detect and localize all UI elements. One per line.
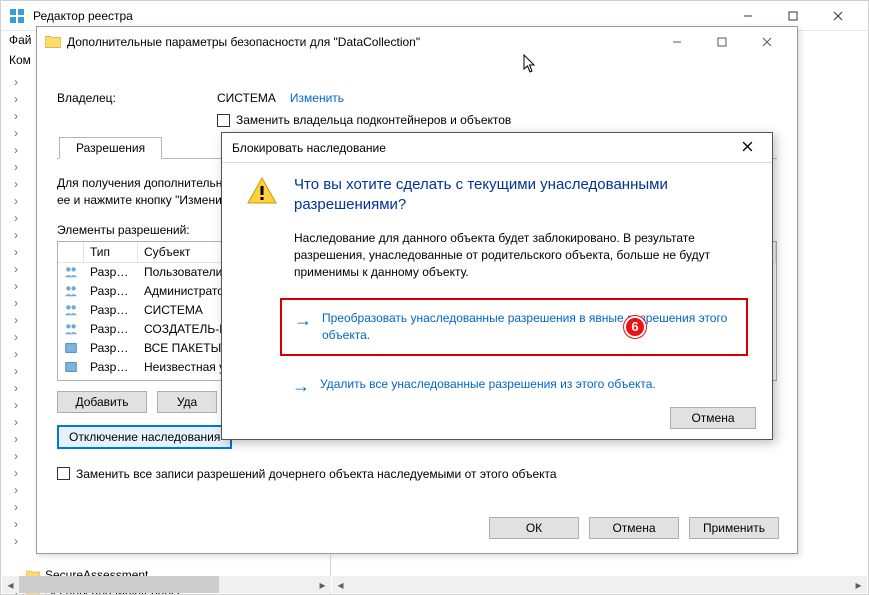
users-icon	[58, 321, 84, 337]
warning-icon	[246, 175, 278, 207]
adv-titlebar: Дополнительные параметры безопасности дл…	[37, 27, 797, 57]
option-label: Удалить все унаследованные разрешения из…	[320, 376, 656, 393]
ok-button[interactable]: ОК	[489, 517, 579, 539]
dialog-explanation: Наследование для данного объекта будет з…	[294, 230, 748, 282]
close-button[interactable]	[744, 27, 789, 57]
add-button[interactable]: Добавить	[57, 391, 147, 413]
replace-owner-checkbox[interactable]	[217, 114, 230, 127]
tree-scrollbar-h[interactable]: ◂ ▸	[2, 576, 331, 593]
scroll-right-button[interactable]: ▸	[314, 576, 331, 593]
dialog-title: Блокировать наследование	[232, 141, 732, 155]
users-icon	[58, 302, 84, 318]
arrow-right-icon: →	[294, 310, 312, 329]
owner-label: Владелец:	[57, 91, 217, 105]
apply-button[interactable]: Применить	[689, 517, 779, 539]
registry-title: Редактор реестра	[33, 9, 725, 23]
scroll-left-button[interactable]: ◂	[2, 576, 19, 593]
folder-icon	[45, 34, 61, 50]
replace-child-label: Заменить все записи разрешений дочернего…	[76, 467, 557, 481]
remove-button[interactable]: Уда	[157, 391, 217, 413]
remove-inherited-option[interactable]: → Удалить все унаследованные разрешения …	[280, 366, 748, 405]
col-type[interactable]: Тип	[84, 242, 138, 262]
dialog-question: Что вы хотите сделать с текущими унаслед…	[294, 175, 748, 216]
regedit-icon	[9, 8, 25, 24]
annotation-callout: 6	[624, 316, 646, 338]
scroll-left-button[interactable]: ◂	[332, 576, 349, 593]
close-button[interactable]	[815, 1, 860, 31]
maximize-button[interactable]	[699, 27, 744, 57]
replace-owner-label: Заменить владельца подконтейнеров и объе…	[236, 113, 511, 127]
scroll-thumb[interactable]	[19, 576, 219, 593]
minimize-button[interactable]	[654, 27, 699, 57]
cancel-button[interactable]: Отмена	[589, 517, 679, 539]
arrow-right-icon: →	[292, 376, 310, 395]
dialog-titlebar: Блокировать наследование	[222, 133, 772, 163]
scroll-right-button[interactable]: ▸	[850, 576, 867, 593]
adv-title: Дополнительные параметры безопасности дл…	[67, 35, 654, 49]
values-scrollbar-h[interactable]: ◂ ▸	[332, 576, 867, 593]
owner-value: СИСТЕМА	[217, 91, 276, 105]
disable-inheritance-button[interactable]: Отключение наследования	[57, 425, 232, 449]
users-icon	[58, 264, 84, 280]
package-icon	[58, 359, 84, 375]
replace-child-checkbox[interactable]	[57, 467, 70, 480]
package-icon	[58, 340, 84, 356]
change-owner-link[interactable]: Изменить	[290, 91, 344, 105]
block-inheritance-dialog: Блокировать наследование Что вы хотите с…	[221, 132, 773, 440]
close-button[interactable]	[732, 141, 762, 155]
cancel-button[interactable]: Отмена	[670, 407, 756, 429]
convert-inherited-option[interactable]: → Преобразовать унаследованные разрешени…	[280, 298, 748, 357]
tab-permissions[interactable]: Разрешения	[59, 137, 162, 159]
users-icon	[58, 283, 84, 299]
option-label: Преобразовать унаследованные разрешения …	[322, 310, 734, 345]
